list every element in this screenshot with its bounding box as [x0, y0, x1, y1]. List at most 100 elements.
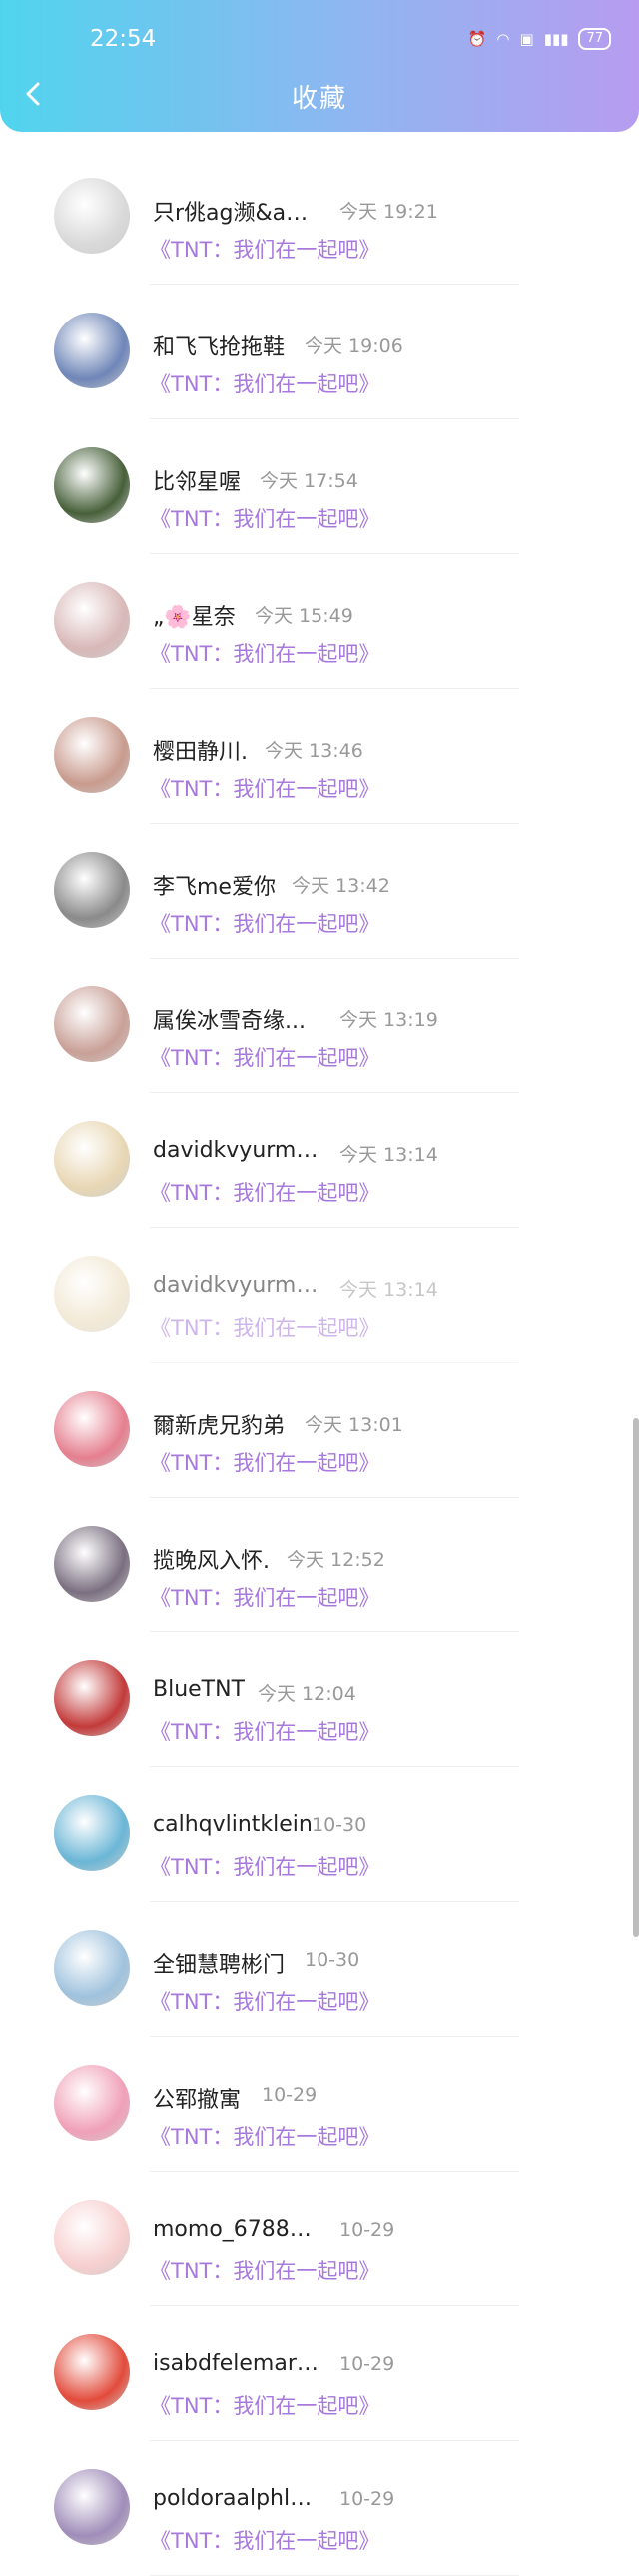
- status-time: 22:54: [90, 26, 157, 52]
- item-name: 只r佻ag濒&am...: [153, 201, 322, 226]
- list-item[interactable]: 樱田静川. 今天 13:46 《TNT：我们在一起吧》: [0, 689, 639, 824]
- list-item[interactable]: „🌸星奈 今天 15:49 《TNT：我们在一起吧》: [0, 554, 639, 689]
- item-subtitle[interactable]: 《TNT：我们在一起吧》: [150, 1177, 379, 1207]
- item-subtitle[interactable]: 《TNT：我们在一起吧》: [150, 2121, 379, 2151]
- item-subtitle[interactable]: 《TNT：我们在一起吧》: [150, 1986, 379, 2016]
- item-name: 李飞me爱你: [153, 875, 276, 900]
- item-time: 10-29: [339, 2488, 395, 2510]
- item-time: 今天 12:52: [287, 1549, 385, 1571]
- avatar[interactable]: [54, 717, 130, 793]
- item-time: 今天 13:42: [292, 875, 390, 897]
- item-name: 樱田静川.: [153, 740, 248, 765]
- item-time: 今天 19:06: [305, 335, 403, 357]
- hd-icon: ▣: [519, 30, 534, 48]
- avatar[interactable]: [54, 1795, 130, 1871]
- item-name: isabdfelemara...: [153, 2351, 322, 2376]
- item-subtitle[interactable]: 《TNT：我们在一起吧》: [150, 1447, 379, 1477]
- item-time: 今天 15:49: [255, 605, 353, 627]
- avatar[interactable]: [54, 2469, 130, 2545]
- item-subtitle[interactable]: 《TNT：我们在一起吧》: [150, 234, 379, 264]
- list-item[interactable]: 揽晚风入怀. 今天 12:52 《TNT：我们在一起吧》: [0, 1498, 639, 1632]
- item-subtitle[interactable]: 《TNT：我们在一起吧》: [150, 503, 379, 533]
- item-name: 揽晚风入怀.: [153, 1549, 270, 1574]
- item-time: 今天 12:04: [258, 1683, 356, 1705]
- item-subtitle[interactable]: 《TNT：我们在一起吧》: [150, 1716, 379, 1746]
- item-name: BlueTNT: [153, 1677, 246, 1702]
- list-item[interactable]: 全钿慧聘彬门 10-30 《TNT：我们在一起吧》: [0, 1902, 639, 2037]
- avatar[interactable]: [54, 1256, 130, 1332]
- item-time: 今天 13:19: [339, 1009, 438, 1031]
- item-name: momo_678817...: [153, 2217, 322, 2242]
- list-item[interactable]: 只r佻ag濒&am... 今天 19:21 《TNT：我们在一起吧》: [0, 150, 639, 285]
- list-item[interactable]: 比邻星喔 今天 17:54 《TNT：我们在一起吧》: [0, 419, 639, 554]
- item-time: 10-30: [305, 1949, 360, 1971]
- avatar[interactable]: [54, 178, 130, 254]
- avatar[interactable]: [54, 1526, 130, 1602]
- avatar[interactable]: [54, 1391, 130, 1467]
- item-name: „🌸星奈: [153, 605, 236, 630]
- item-subtitle[interactable]: 《TNT：我们在一起吧》: [150, 2525, 379, 2555]
- item-time: 今天 19:21: [339, 201, 438, 223]
- item-name: 全钿慧聘彬门: [153, 1953, 286, 1978]
- item-time: 10-29: [262, 2084, 318, 2106]
- avatar[interactable]: [54, 2065, 130, 2141]
- item-time: 10-30: [312, 1814, 367, 1836]
- item-time: 今天 13:01: [305, 1414, 403, 1436]
- list-item[interactable]: 属俟冰雪奇缘... 今天 13:19 《TNT：我们在一起吧》: [0, 959, 639, 1093]
- wifi-icon: ◠: [496, 30, 510, 48]
- avatar[interactable]: [54, 2334, 130, 2410]
- list-item[interactable]: 和飞飞抢拖鞋 今天 19:06 《TNT：我们在一起吧》: [0, 285, 639, 419]
- list-item[interactable]: BlueTNT 今天 12:04 《TNT：我们在一起吧》: [0, 1632, 639, 1767]
- item-time: 今天 13:46: [265, 740, 363, 762]
- item-subtitle[interactable]: 《TNT：我们在一起吧》: [150, 1582, 379, 1611]
- item-time: 10-29: [339, 2219, 395, 2241]
- avatar[interactable]: [54, 313, 130, 388]
- item-subtitle[interactable]: 《TNT：我们在一起吧》: [150, 1312, 379, 1342]
- item-time: 今天 17:54: [260, 470, 358, 492]
- list-item[interactable]: 爾新虎兄豹弟 今天 13:01 《TNT：我们在一起吧》: [0, 1363, 639, 1498]
- item-time: 今天 13:14: [339, 1144, 438, 1166]
- scrollbar[interactable]: [633, 1418, 639, 1937]
- item-name: 爾新虎兄豹弟: [153, 1414, 286, 1439]
- status-icons: ⏰ ◠ ▣ ▮▮▮ 77: [468, 28, 611, 50]
- avatar[interactable]: [54, 582, 130, 658]
- item-subtitle[interactable]: 《TNT：我们在一起吧》: [150, 773, 379, 803]
- avatar[interactable]: [54, 1660, 130, 1736]
- item-subtitle[interactable]: 《TNT：我们在一起吧》: [150, 1042, 379, 1072]
- avatar[interactable]: [54, 852, 130, 928]
- battery-icon: 77: [578, 28, 611, 50]
- item-subtitle[interactable]: 《TNT：我们在一起吧》: [150, 908, 379, 938]
- avatar[interactable]: [54, 986, 130, 1062]
- list-item[interactable]: momo_678817... 10-29 《TNT：我们在一起吧》: [0, 2172, 639, 2306]
- app-header: 22:54 ⏰ ◠ ▣ ▮▮▮ 77 收藏: [0, 0, 639, 132]
- list-item[interactable]: isabdfelemara... 10-29 《TNT：我们在一起吧》: [0, 2306, 639, 2441]
- item-subtitle[interactable]: 《TNT：我们在一起吧》: [150, 2390, 379, 2420]
- item-name: 和飞飞抢拖鞋: [153, 335, 286, 360]
- item-subtitle[interactable]: 《TNT：我们在一起吧》: [150, 2255, 379, 2285]
- list-item[interactable]: davidkvyurmap... 今天 13:14 《TNT：我们在一起吧》: [0, 1093, 639, 1228]
- item-subtitle[interactable]: 《TNT：我们在一起吧》: [150, 638, 379, 668]
- item-subtitle[interactable]: 《TNT：我们在一起吧》: [150, 368, 379, 398]
- page-title: 收藏: [291, 84, 347, 114]
- avatar[interactable]: [54, 1930, 130, 2006]
- list-item[interactable]: 李飞me爱你 今天 13:42 《TNT：我们在一起吧》: [0, 824, 639, 959]
- list-item[interactable]: calhqvlintklein 10-30 《TNT：我们在一起吧》: [0, 1767, 639, 1902]
- signal-icon: ▮▮▮: [543, 30, 569, 48]
- avatar[interactable]: [54, 447, 130, 523]
- avatar[interactable]: [54, 1121, 130, 1197]
- item-name: poldoraalphlau...: [153, 2486, 322, 2511]
- item-time: 今天 13:14: [339, 1279, 438, 1301]
- list-item[interactable]: poldoraalphlau... 10-29 《TNT：我们在一起吧》: [0, 2441, 639, 2576]
- item-name: davidkvyurmap...: [153, 1273, 322, 1298]
- item-name: calhqvlintklein: [153, 1812, 313, 1837]
- item-name: 比邻星喔: [153, 470, 242, 495]
- item-time: 10-29: [339, 2353, 395, 2375]
- item-subtitle[interactable]: 《TNT：我们在一起吧》: [150, 1851, 379, 1881]
- favorites-list: 只r佻ag濒&am... 今天 19:21 《TNT：我们在一起吧》 和飞飞抢拖…: [0, 150, 639, 2576]
- item-name: 属俟冰雪奇缘...: [153, 1009, 306, 1034]
- avatar[interactable]: [54, 2200, 130, 2275]
- list-item[interactable]: 公郓撤寓 10-29 《TNT：我们在一起吧》: [0, 2037, 639, 2172]
- list-item[interactable]: davidkvyurmap... 今天 13:14 《TNT：我们在一起吧》: [0, 1228, 639, 1363]
- item-name: davidkvyurmap...: [153, 1138, 322, 1163]
- alarm-icon: ⏰: [467, 30, 487, 48]
